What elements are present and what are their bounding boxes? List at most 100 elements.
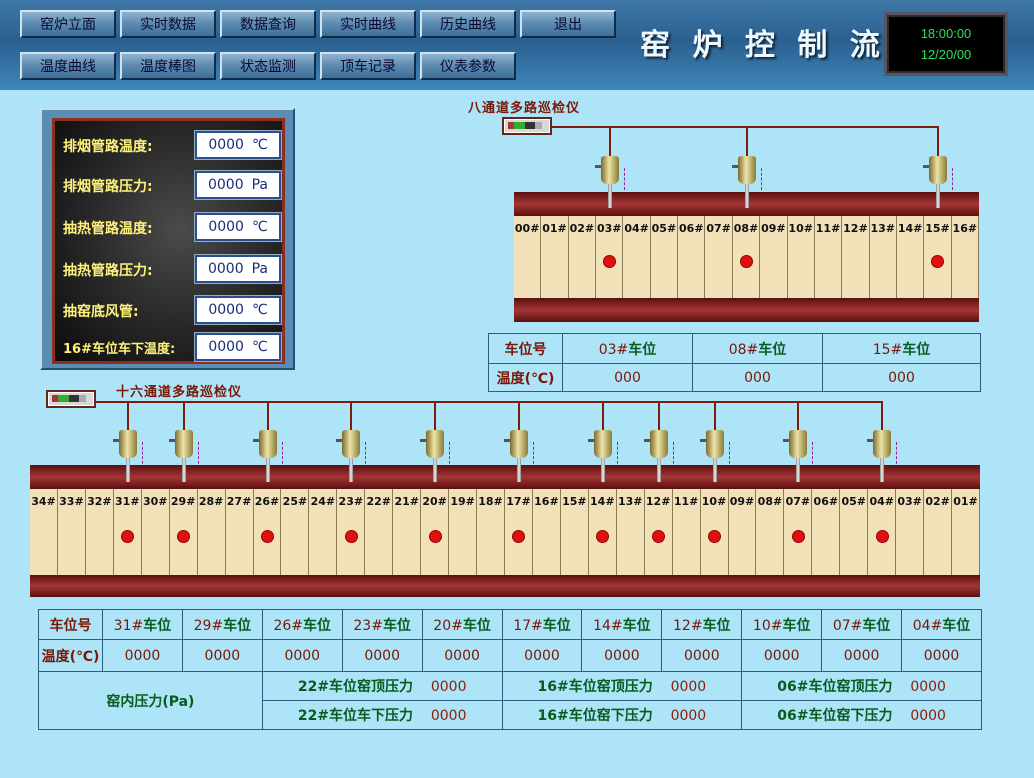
kiln-pressure-label: 窑内压力(Pa)	[38, 671, 263, 730]
signal-wire	[745, 126, 748, 156]
slot-label: 21#	[394, 495, 419, 508]
thermocouple-probe-icon[interactable]	[643, 430, 674, 482]
car-label: 26#车位	[273, 617, 332, 634]
signal-wire	[881, 401, 884, 430]
temp-value: 0000	[421, 639, 503, 672]
signal-wire	[713, 401, 716, 430]
kiln-car-slot: 06#	[678, 216, 706, 298]
signal-wire	[608, 126, 611, 156]
kiln-car-slot: 01#	[541, 216, 569, 298]
thermocouple-probe-icon[interactable]	[503, 430, 534, 482]
thermocouple-probe-icon[interactable]	[112, 430, 143, 482]
thermocouple-probe-icon[interactable]	[336, 430, 367, 482]
info-label: 排烟管路温度:	[63, 139, 153, 155]
slot-label: 08#	[757, 495, 783, 508]
pressure-label: 06#车位窑顶压力	[777, 679, 893, 695]
pressure-cell: 16#车位窑下压力 0000	[501, 700, 743, 730]
pressure-label: 06#车位窑下压力	[777, 708, 893, 724]
bottom-kiln-lower-wall	[30, 575, 980, 597]
thermocouple-probe-icon[interactable]	[699, 430, 730, 482]
info-unit: Pa	[251, 177, 269, 193]
thermocouple-probe-icon[interactable]	[594, 156, 625, 208]
slot-label: 01#	[953, 495, 978, 508]
car-column: 26#车位	[261, 609, 343, 640]
car-column: 29#车位	[181, 609, 263, 640]
slot-label: 09#	[729, 495, 755, 508]
kiln-car-slot: 04#	[868, 489, 897, 575]
pressure-label: 16#车位窑顶压力	[537, 679, 653, 695]
nav-push-record-button[interactable]: 顶车记录	[320, 52, 416, 80]
kiln-car-slot: 25#	[281, 489, 310, 575]
kiln-car-slot: 01#	[952, 489, 980, 575]
signal-wire	[182, 401, 185, 430]
sensor-indicator-dot	[429, 531, 441, 542]
slot-label: 03#	[596, 222, 622, 235]
info-value: 0000	[207, 261, 244, 277]
nav-realtime-curve-button[interactable]: 实时曲线	[320, 10, 416, 38]
car-column: 23#车位	[341, 609, 423, 640]
thermocouple-probe-icon[interactable]	[587, 430, 618, 482]
info-unit: Pa	[251, 261, 269, 277]
thermocouple-probe-icon[interactable]	[867, 430, 898, 482]
clock-display: 18:00:00 12/20/00	[884, 12, 1008, 76]
temp-value: 0000	[181, 639, 263, 672]
kiln-car-slot: 03#	[596, 216, 624, 298]
slot-label: 15#	[562, 495, 587, 508]
car-label: 31#车位	[113, 617, 172, 634]
nav-status-monitor-button[interactable]: 状态监测	[220, 52, 316, 80]
kiln-car-slot: 11#	[673, 489, 701, 575]
nav-temp-curve-button[interactable]: 温度曲线	[20, 52, 116, 80]
header-bar: 窑炉立面 实时数据 数据查询 实时曲线 历史曲线 退出 温度曲线 温度棒图 状态…	[0, 0, 1034, 90]
temp-value: 000	[692, 363, 823, 392]
pressure-cell: 06#车位窑下压力 0000	[741, 700, 982, 730]
car-column: 15#车位	[822, 333, 981, 364]
signal-wire	[266, 401, 269, 430]
kiln-car-slot: 24#	[309, 489, 338, 575]
slot-label: 16#	[534, 495, 559, 508]
info-unit: ℃	[251, 137, 268, 153]
car-column: 31#车位	[102, 609, 183, 640]
car-column: 04#车位	[901, 609, 982, 640]
car-label: 12#车位	[673, 617, 731, 634]
sensor-indicator-dot	[261, 531, 273, 542]
top-inspector-device-icon[interactable]	[502, 117, 552, 135]
pressure-cell: 16#车位窑顶压力 0000	[501, 671, 743, 701]
thermocouple-probe-icon[interactable]	[420, 430, 451, 482]
nav-meter-params-button[interactable]: 仪表参数	[420, 52, 516, 80]
slot-label: 25#	[282, 495, 308, 508]
slot-label: 20#	[422, 495, 447, 508]
thermocouple-probe-icon[interactable]	[783, 430, 814, 482]
thermocouple-probe-icon[interactable]	[922, 156, 953, 208]
sensor-indicator-dot	[513, 531, 525, 542]
sensor-indicator-dot	[653, 531, 665, 542]
bottom-inspector-device-icon[interactable]	[46, 390, 96, 408]
slot-label: 16#	[952, 222, 978, 235]
nav-exit-button[interactable]: 退出	[520, 10, 616, 38]
nav-kiln-elevation-button[interactable]: 窑炉立面	[20, 10, 116, 38]
slot-label: 27#	[226, 495, 252, 508]
sensor-indicator-dot	[792, 531, 804, 542]
kiln-car-slot: 08#	[733, 216, 761, 298]
nav-realtime-data-button[interactable]: 实时数据	[120, 10, 216, 38]
slot-label: 32#	[87, 495, 112, 508]
bottom-inspector-title: 十六通道多路巡检仪	[116, 385, 243, 400]
thermocouple-probe-icon[interactable]	[731, 156, 762, 208]
pressure-cell: 22#车位窑顶压力 0000	[261, 671, 503, 701]
slot-label: 01#	[542, 222, 567, 235]
kiln-car-slot: 05#	[840, 489, 869, 575]
kiln-car-slot: 15#	[924, 216, 952, 298]
kiln-car-slot: 32#	[86, 489, 114, 575]
thermocouple-probe-icon[interactable]	[168, 430, 199, 482]
kiln-car-slot: 17#	[505, 489, 533, 575]
nav-data-query-button[interactable]: 数据查询	[220, 10, 316, 38]
pressure-value: 0000	[430, 679, 467, 695]
slot-label: 12#	[843, 222, 868, 235]
temp-value: 0000	[821, 639, 903, 672]
car-label: 17#车位	[513, 617, 571, 634]
nav-history-curve-button[interactable]: 历史曲线	[420, 10, 516, 38]
nav-temp-bar-button[interactable]: 温度棒图	[120, 52, 216, 80]
slot-label: 24#	[310, 495, 336, 508]
thermocouple-probe-icon[interactable]	[252, 430, 283, 482]
kiln-car-slot: 00#	[514, 216, 542, 298]
pressure-value: 0000	[670, 708, 707, 724]
